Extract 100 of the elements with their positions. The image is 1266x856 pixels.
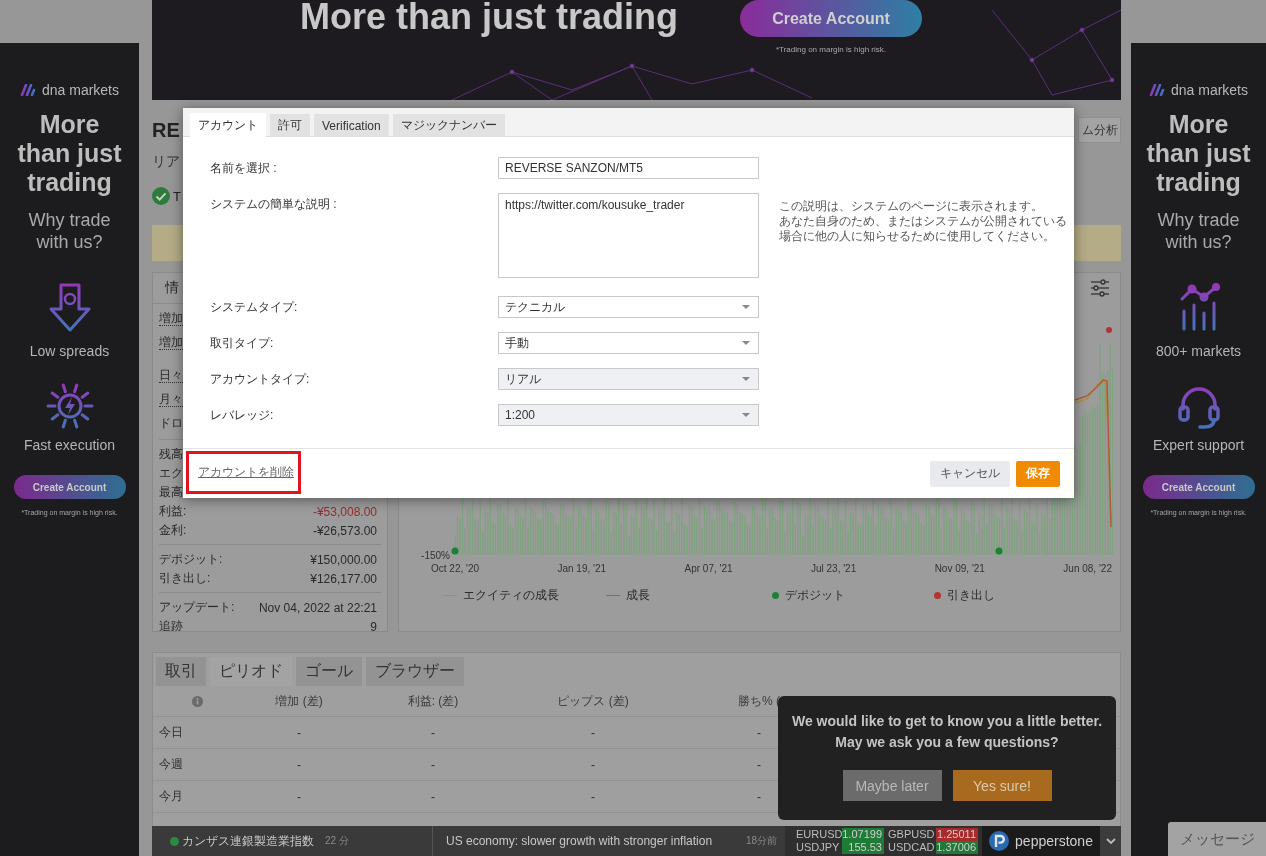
price-value: 1.07199 (842, 828, 884, 841)
feature-label: Fast execution (23, 437, 116, 453)
help-text: この説明は、システムのページに表示されます。 (779, 199, 1044, 214)
feature-label: 800+ markets (1155, 343, 1242, 359)
create-account-button[interactable]: Create Account (13, 475, 126, 499)
banner-headline: More than just trading (300, 0, 678, 37)
field-label: アカウントタイプ: (210, 371, 311, 388)
tab[interactable]: ゴール (296, 657, 362, 686)
price-value: 155.53 (842, 841, 884, 854)
down-arrow-icon (47, 283, 92, 333)
stat-value: 9 (370, 619, 377, 634)
sliders-icon[interactable] (1090, 279, 1110, 297)
table-cell: - (591, 789, 595, 804)
axis-label: Jun 08, '22 (1063, 563, 1112, 574)
axis-label: Nov 09, '21 (934, 563, 985, 574)
caret-icon (742, 377, 750, 381)
help-text: 場合に他の人に知らせるために使用してください。 (779, 229, 1056, 244)
stat-label: 最高 (159, 484, 183, 501)
tab[interactable]: ブラウザー (366, 657, 464, 686)
cancel-button[interactable]: キャンセル (930, 460, 1010, 487)
axis-label: Jul 23, '21 (810, 563, 857, 574)
column-header: ピップス (差) (557, 692, 629, 710)
create-account-button[interactable]: Create Account (740, 0, 922, 37)
status-text: T (173, 188, 181, 204)
stat-value: -¥26,573.00 (312, 523, 377, 538)
stat-value: -¥53,008.00 (312, 504, 377, 519)
axis-label: Jan 19, '21 (557, 563, 607, 574)
legend-label: デポジット (785, 587, 845, 604)
stat-value: Nov 04, 2022 at 22:21 (258, 600, 377, 615)
analysis-button[interactable]: ム分析 (1078, 117, 1121, 143)
chevron-down-icon[interactable] (1105, 838, 1116, 844)
table-cell: - (757, 789, 761, 804)
tab[interactable]: Verification (314, 114, 389, 137)
field-label: 名前を選択 : (210, 160, 278, 177)
table-cell: - (757, 725, 761, 740)
field-label: システムの簡単な説明 : (210, 196, 338, 213)
help-text: あなた自身のため、またはシステムが公開されている (779, 214, 1068, 229)
axis-label: Oct 22, '20 (431, 563, 480, 574)
delete-account-link[interactable]: アカウントを削除 (198, 463, 294, 481)
news-headline[interactable]: カンザス連銀製造業指数 (182, 832, 314, 850)
info-icon (191, 695, 203, 707)
stat-value: ¥150,000.00 (310, 552, 377, 567)
table-cell: - (297, 757, 301, 772)
panel-title: 情 (165, 279, 179, 297)
field-label: システムタイプ: (210, 299, 299, 316)
table-cell: - (431, 725, 435, 740)
legend-label: 引き出し (947, 587, 995, 604)
logo-icon (19, 84, 37, 96)
stat-label: 残高 (159, 446, 183, 463)
price-value: 1.37006 (936, 841, 978, 854)
system-title: RE (152, 118, 180, 142)
caret-icon (742, 341, 750, 345)
description-field[interactable]: https://twitter.com/kousuke_trader (498, 193, 759, 278)
price-value: 1.25011 (936, 828, 978, 841)
dropdown[interactable]: テクニカル (498, 296, 759, 318)
logo-icon (989, 831, 1010, 851)
tab[interactable]: 取引 (156, 657, 206, 686)
logo-icon (1148, 84, 1166, 96)
tab[interactable]: マジックナンバー (392, 114, 505, 137)
ad-headline: More than just trading (16, 110, 123, 197)
stat-value: ¥126,177.00 (310, 571, 377, 586)
table-cell: - (297, 789, 301, 804)
table-cell: - (591, 757, 595, 772)
brand-name: dna markets (41, 82, 119, 98)
stat-label: 利益: (159, 503, 187, 520)
tab[interactable]: ピリオド (210, 657, 292, 686)
currency-pair: USDCAD (887, 841, 934, 854)
news-headline[interactable]: US economy: slower growth with stronger inflation (446, 834, 713, 848)
stat-label: 金利: (159, 522, 187, 539)
stat-label: 追跡 (159, 618, 183, 635)
currency-pair: GBPUSD (887, 828, 934, 841)
news-time: 22 分 (325, 834, 349, 848)
stat-label: デポジット: (159, 551, 223, 568)
dropdown[interactable]: 手動 (498, 332, 759, 354)
stat-label: ドロ (159, 414, 183, 432)
column-header: 利益: (差) (407, 692, 459, 710)
stat-label: エク (159, 465, 183, 482)
table-cell: - (757, 757, 761, 772)
create-account-button[interactable]: Create Account (1142, 475, 1255, 499)
disclaimer-text: *Trading on margin is high risk. (776, 45, 886, 54)
legend-label: エクイティの成長 (463, 587, 559, 604)
currency-pair: EURUSD (795, 828, 840, 841)
tab[interactable]: アカウント (190, 113, 266, 137)
stat-label: 引き出し: (159, 570, 211, 587)
survey-message: We would like to get to know you a little better. May we ask you a few questions? (791, 712, 1103, 752)
table-cell: - (591, 725, 595, 740)
tab[interactable]: 許可 (270, 114, 310, 137)
name-field[interactable]: REVERSE SANZON/MT5 (498, 157, 759, 179)
account-type-text: リア (152, 153, 180, 170)
legend-label: 成長 (626, 587, 650, 604)
sponsor-name: pepperstone (1015, 833, 1093, 849)
row-label: 今日 (159, 724, 183, 741)
news-time: 18分前 (745, 834, 777, 848)
ad-subheading: Why trade with us? (27, 209, 112, 253)
row-label: 今月 (159, 788, 183, 805)
caret-icon (742, 413, 750, 417)
row-label: 今週 (159, 756, 183, 773)
caret-icon (742, 305, 750, 309)
field-label: 取引タイプ: (210, 335, 275, 352)
stat-label: アップデート: (159, 599, 235, 616)
